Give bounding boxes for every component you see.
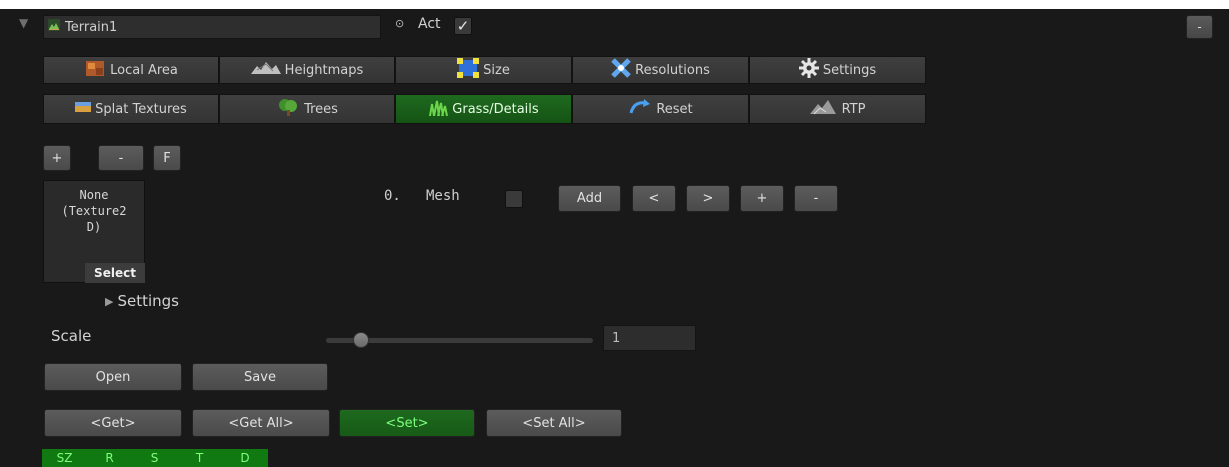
tab-heightmaps[interactable]: Heightmaps — [219, 56, 395, 84]
tab-label: Splat Textures — [95, 101, 187, 117]
settings-foldout[interactable]: ▶ Settings — [105, 292, 179, 310]
settings-gear-icon — [798, 58, 819, 82]
act-label: Act — [418, 16, 441, 32]
mesh-label: Mesh — [426, 188, 460, 204]
set-all-button[interactable]: <Set All> — [486, 409, 622, 437]
trees-icon — [276, 97, 300, 121]
remove-detail-button[interactable]: - — [98, 145, 144, 171]
corner-minus-button[interactable]: - — [1186, 15, 1213, 39]
channel-d[interactable]: D — [222, 449, 268, 467]
save-button[interactable]: Save — [192, 363, 328, 391]
tab-trees[interactable]: Trees — [219, 94, 395, 124]
texture-select-button[interactable]: Select — [85, 263, 145, 283]
foldout-arrow-icon: ▶ — [105, 294, 114, 308]
terrain-inspector-panel: ▼ Terrain1 ⊙ Act ✓ - Local Area Heightma… — [0, 9, 1229, 467]
mesh-checkbox[interactable] — [505, 190, 523, 208]
add-detail-button[interactable]: + — [43, 145, 71, 171]
plus-button[interactable]: + — [740, 185, 784, 212]
tab-settings[interactable]: Settings — [749, 56, 926, 84]
texture-slot[interactable]: None (Texture2 D) Select — [43, 180, 145, 283]
tab-label: Grass/Details — [452, 101, 539, 117]
scale-value-field[interactable]: 1 — [603, 325, 696, 351]
tab-rtp[interactable]: RTP — [749, 94, 926, 124]
tab-resolutions[interactable]: Resolutions — [572, 56, 749, 84]
terrain-name-field[interactable]: Terrain1 — [43, 15, 381, 39]
tab-label: Heightmaps — [284, 62, 364, 78]
channel-s[interactable]: S — [132, 449, 177, 467]
local-area-icon — [84, 58, 106, 82]
get-button[interactable]: <Get> — [44, 409, 182, 437]
next-button[interactable]: > — [686, 185, 730, 212]
tab-local-area[interactable]: Local Area — [43, 56, 219, 84]
scale-slider-thumb[interactable] — [352, 332, 369, 348]
tab-label: Size — [483, 62, 510, 78]
tab-label: Settings — [822, 62, 877, 78]
grass-icon — [428, 98, 449, 120]
splat-textures-icon — [75, 100, 92, 118]
scale-label: Scale — [51, 327, 92, 345]
target-icon[interactable]: ⊙ — [395, 17, 404, 30]
texture-name: None (Texture2 D) — [61, 188, 127, 234]
minus-button[interactable]: - — [794, 185, 838, 212]
channel-sz[interactable]: SZ — [42, 449, 87, 467]
get-all-button[interactable]: <Get All> — [192, 409, 330, 437]
act-checkbox[interactable]: ✓ — [454, 17, 472, 35]
channel-t[interactable]: T — [177, 449, 222, 467]
heightmaps-icon — [250, 60, 281, 80]
tab-label: Local Area — [110, 62, 178, 78]
set-button[interactable]: <Set> — [339, 409, 475, 437]
channel-strip: SZ R S T D — [42, 449, 268, 467]
detail-index: 0. — [384, 188, 401, 204]
size-icon — [457, 58, 480, 82]
tab-size[interactable]: Size — [395, 56, 572, 84]
rtp-icon — [809, 98, 838, 120]
channel-r[interactable]: R — [87, 449, 132, 467]
collapse-arrow-icon[interactable]: ▼ — [19, 16, 28, 30]
tab-label: Reset — [656, 101, 693, 117]
add-mesh-button[interactable]: Add — [558, 185, 621, 212]
open-button[interactable]: Open — [44, 363, 182, 391]
resolutions-icon — [611, 58, 631, 82]
tab-label: RTP — [841, 101, 866, 117]
check-icon: ✓ — [456, 16, 470, 35]
tab-label: Trees — [304, 101, 338, 117]
terrain-icon — [48, 19, 60, 35]
tab-reset[interactable]: Reset — [572, 94, 749, 124]
f-button[interactable]: F — [153, 145, 181, 171]
settings-foldout-label: Settings — [117, 292, 179, 310]
previous-button[interactable]: < — [632, 185, 676, 212]
tab-label: Resolutions — [635, 62, 710, 78]
terrain-name: Terrain1 — [65, 19, 118, 35]
reset-icon — [628, 99, 652, 119]
tab-grass-details[interactable]: Grass/Details — [395, 94, 572, 124]
tab-splat-textures[interactable]: Splat Textures — [43, 94, 219, 124]
